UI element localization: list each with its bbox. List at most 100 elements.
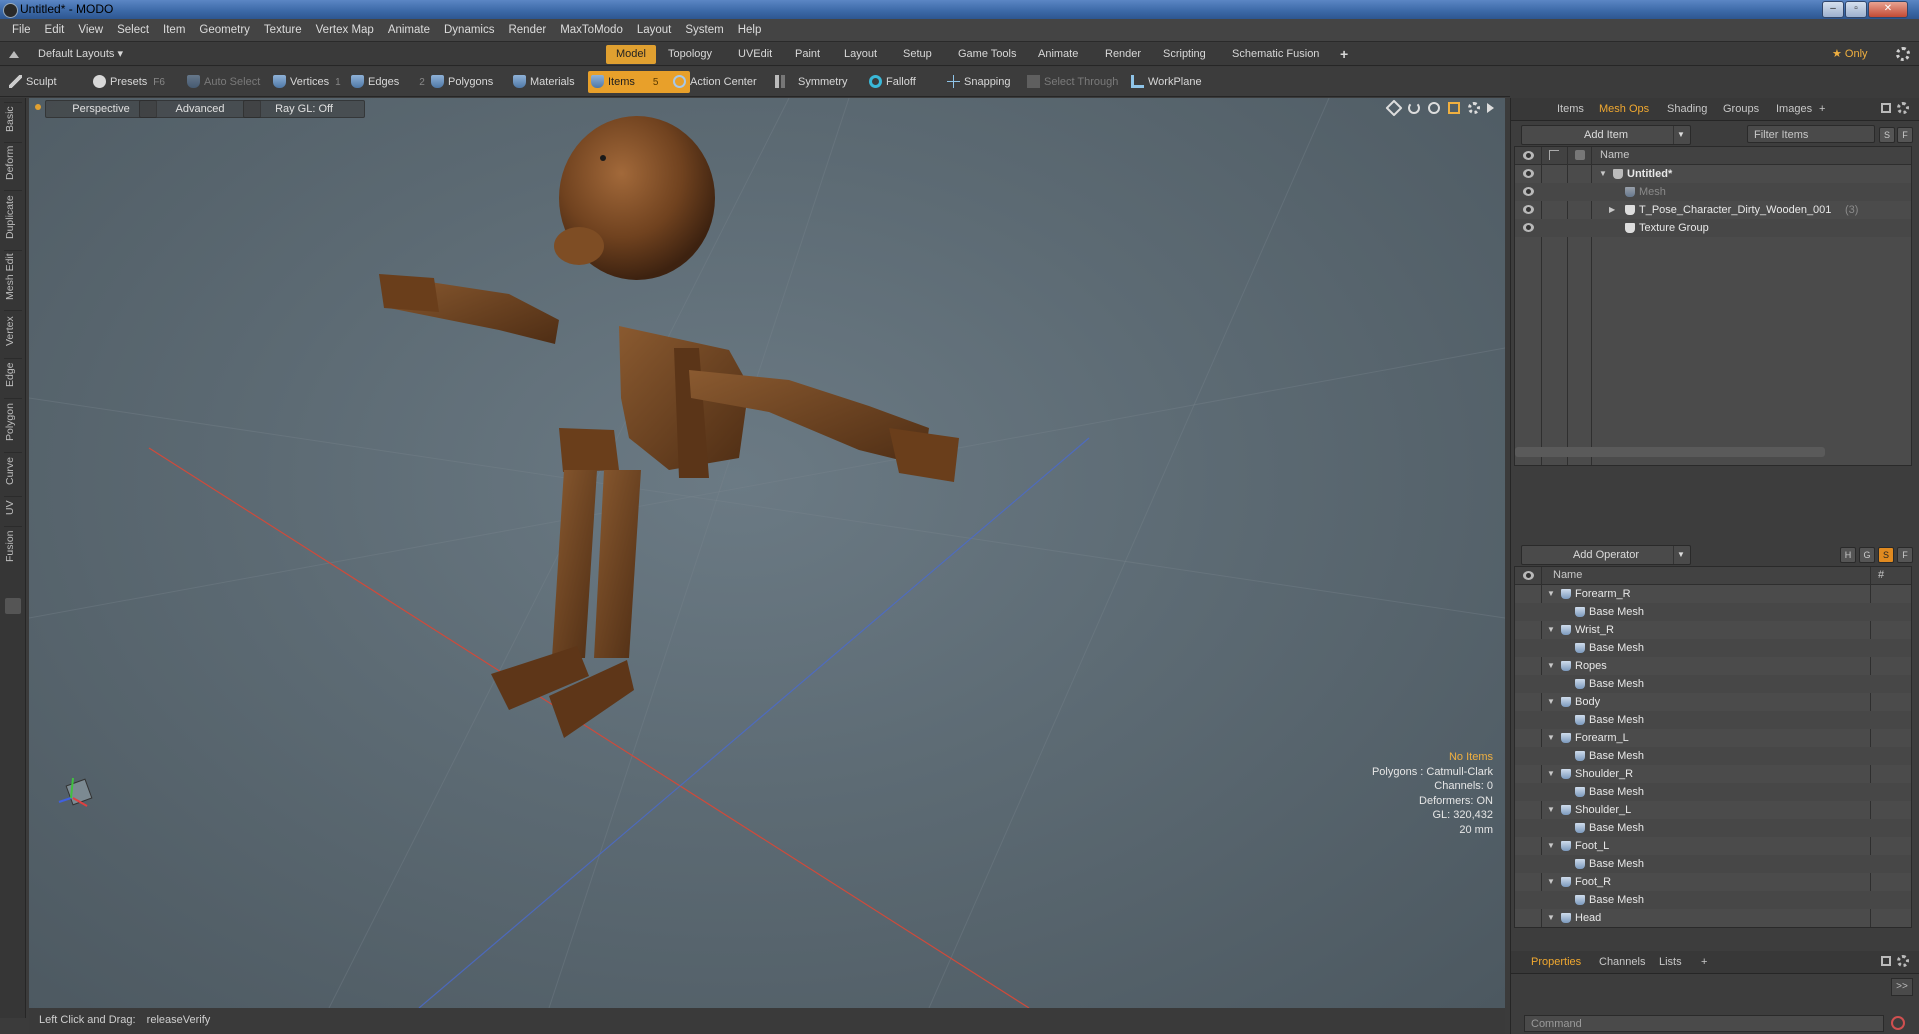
expand-triangle-icon[interactable]: ▼ — [1547, 801, 1555, 819]
falloff-button[interactable]: Falloff — [866, 71, 922, 93]
maximize-button[interactable]: ▫ — [1845, 1, 1867, 18]
menu-vertex-map[interactable]: Vertex Map — [309, 19, 381, 42]
edges-button[interactable]: Edges 2 — [348, 71, 431, 93]
operator-row[interactable]: ▼ Ropes — [1515, 657, 1911, 675]
bottom-panel-maximize-icon[interactable] — [1881, 956, 1891, 966]
menu-texture[interactable]: Texture — [257, 19, 309, 42]
op-f-button[interactable]: F — [1897, 547, 1913, 563]
tab-topology[interactable]: Topology — [658, 45, 722, 64]
vtab-curve[interactable]: Curve — [4, 452, 22, 489]
operator-child-row[interactable]: Base Mesh — [1515, 675, 1911, 693]
minimize-button[interactable]: – — [1822, 1, 1844, 18]
panel-maximize-icon[interactable] — [1881, 103, 1891, 113]
menu-select[interactable]: Select — [110, 19, 156, 42]
tab-scripting[interactable]: Scripting — [1153, 45, 1216, 64]
settings-gear-icon[interactable] — [1896, 47, 1910, 61]
zoom-icon[interactable] — [1428, 102, 1440, 114]
visibility-eye-icon[interactable] — [1523, 187, 1534, 196]
maximize-view-icon[interactable] — [1448, 102, 1460, 114]
menu-render[interactable]: Render — [501, 19, 553, 42]
operator-child-row[interactable]: Base Mesh — [1515, 603, 1911, 621]
tab-uvedit[interactable]: UVEdit — [728, 45, 782, 64]
expand-triangle-icon[interactable]: ▼ — [1547, 873, 1555, 891]
tabs-options-icon[interactable] — [5, 598, 21, 614]
vtab-mesh-edit[interactable]: Mesh Edit — [4, 250, 22, 303]
sculpt-button[interactable]: Sculpt — [6, 71, 63, 93]
expand-triangle-icon[interactable]: ▼ — [1547, 765, 1555, 783]
tab-model[interactable]: Model — [606, 45, 656, 64]
panel-gear-icon[interactable] — [1897, 102, 1909, 114]
operator-child-row[interactable]: Base Mesh — [1515, 711, 1911, 729]
viewport-expand-arrow-icon[interactable] — [1487, 103, 1494, 113]
vtab-duplicate[interactable]: Duplicate — [4, 190, 22, 243]
visibility-eye-icon[interactable] — [1523, 169, 1534, 178]
vtab-deform[interactable]: Deform — [4, 142, 22, 183]
tab-channels[interactable]: Channels — [1591, 954, 1653, 971]
tab-mesh-ops[interactable]: Mesh Ops — [1591, 101, 1657, 118]
close-button[interactable]: ✕ — [1868, 1, 1908, 18]
add-bottom-tab-button[interactable]: + — [1693, 954, 1715, 971]
tab-game-tools[interactable]: Game Tools — [948, 45, 1027, 64]
materials-button[interactable]: Materials — [510, 71, 581, 93]
expand-triangle-icon[interactable]: ▼ — [1547, 657, 1555, 675]
symmetry-button[interactable]: Symmetry — [772, 71, 854, 93]
operator-row[interactable]: ▼ Body — [1515, 693, 1911, 711]
tab-lists[interactable]: Lists — [1651, 954, 1690, 971]
item-row-mesh[interactable]: Mesh — [1515, 183, 1911, 201]
add-operator-dropdown[interactable]: Add Operator ▼ — [1521, 545, 1691, 565]
operator-row[interactable]: ▼ Foot_L — [1515, 837, 1911, 855]
viewport-menu-dot-icon[interactable] — [35, 104, 41, 110]
tab-paint[interactable]: Paint — [785, 45, 830, 64]
menu-layout[interactable]: Layout — [630, 19, 679, 42]
expand-triangle-icon[interactable]: ▼ — [1547, 693, 1555, 711]
item-row-character[interactable]: ▶ T_Pose_Character_Dirty_Wooden_001 (3) — [1515, 201, 1911, 219]
3d-viewport[interactable]: No Items Polygons : Catmull-Clark Channe… — [29, 98, 1505, 1008]
vtab-uv[interactable]: UV — [4, 496, 22, 519]
menu-dynamics[interactable]: Dynamics — [437, 19, 501, 42]
operator-row[interactable]: ▼ Shoulder_R — [1515, 765, 1911, 783]
operator-child-row[interactable]: Base Mesh — [1515, 819, 1911, 837]
operator-child-row[interactable]: Base Mesh — [1515, 639, 1911, 657]
tab-shading[interactable]: Shading — [1659, 101, 1715, 118]
operator-row[interactable]: ▼ Foot_R — [1515, 873, 1911, 891]
add-panel-tab-button[interactable]: + — [1811, 101, 1833, 118]
operator-row[interactable]: ▼ Forearm_R — [1515, 585, 1911, 603]
command-history-icon[interactable] — [1891, 1016, 1905, 1030]
rotate-icon[interactable] — [1408, 102, 1420, 114]
item-row-untitled[interactable]: ▼ Untitled* — [1515, 165, 1911, 183]
presets-button[interactable]: Presets F6 — [90, 71, 171, 93]
operator-row[interactable]: ▼ Head — [1515, 909, 1911, 927]
operator-row[interactable]: ▼ Shoulder_L — [1515, 801, 1911, 819]
filter-items-input[interactable]: Filter Items — [1747, 125, 1875, 143]
command-input[interactable]: Command — [1524, 1015, 1884, 1032]
operator-child-row[interactable]: Base Mesh — [1515, 747, 1911, 765]
pan-icon[interactable] — [1385, 99, 1403, 117]
menu-view[interactable]: View — [71, 19, 110, 42]
viewport-settings-gear-icon[interactable] — [1468, 102, 1480, 114]
filter-s-button[interactable]: S — [1879, 127, 1895, 143]
menu-animate[interactable]: Animate — [381, 19, 437, 42]
default-layouts-menu[interactable]: Default Layouts ▾ — [28, 45, 133, 64]
operator-row[interactable]: ▼ Wrist_R — [1515, 621, 1911, 639]
operator-child-row[interactable]: Base Mesh — [1515, 783, 1911, 801]
layout-collapse-icon[interactable] — [9, 48, 19, 58]
expand-triangle-icon[interactable]: ▼ — [1547, 837, 1555, 855]
vtab-edge[interactable]: Edge — [4, 358, 22, 391]
add-tab-button[interactable]: + — [1330, 45, 1358, 64]
expand-triangle-icon[interactable]: ▼ — [1547, 729, 1555, 747]
tab-properties[interactable]: Properties — [1523, 954, 1589, 971]
operator-child-row[interactable]: Base Mesh — [1515, 891, 1911, 909]
expand-triangle-icon[interactable]: ▼ — [1599, 165, 1607, 183]
select-through-button[interactable]: Select Through — [1024, 71, 1124, 93]
menu-maxtomodo[interactable]: MaxToModo — [553, 19, 630, 42]
tab-render[interactable]: Render — [1095, 45, 1151, 64]
menu-edit[interactable]: Edit — [38, 19, 72, 42]
only-toggle[interactable]: ★ Only — [1822, 45, 1878, 64]
expand-properties-button[interactable]: >> — [1891, 978, 1913, 996]
tab-setup[interactable]: Setup — [893, 45, 942, 64]
expand-triangle-icon[interactable]: ▶ — [1609, 201, 1615, 219]
operator-child-row[interactable]: Base Mesh — [1515, 855, 1911, 873]
tab-animate[interactable]: Animate — [1028, 45, 1088, 64]
visibility-eye-icon[interactable] — [1523, 223, 1534, 232]
visibility-eye-icon[interactable] — [1523, 205, 1534, 214]
